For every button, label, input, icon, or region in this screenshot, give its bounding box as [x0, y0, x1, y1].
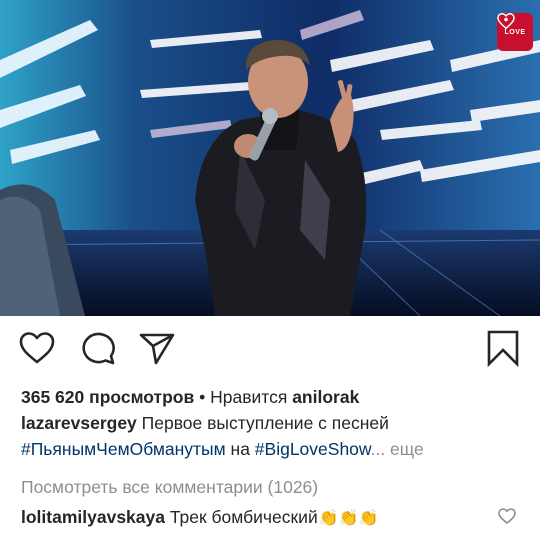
clapping-hands-emoji: 👏👏👏 — [318, 510, 379, 527]
view-count[interactable]: 365 620 просмотров — [21, 387, 194, 407]
comment-username[interactable]: lolitamilyavskaya — [21, 507, 165, 527]
caption-connector: на — [225, 439, 255, 459]
views-line: 365 620 просмотров • Нравится anilorak — [21, 386, 359, 408]
caption-ellipsis: ... — [370, 439, 386, 459]
paper-plane-icon — [139, 333, 175, 365]
stage-scene — [0, 0, 540, 316]
top-comment: lolitamilyavskaya Трек бомбический👏👏👏 — [21, 506, 379, 530]
small-heart-icon — [498, 508, 516, 524]
save-button[interactable] — [483, 328, 523, 368]
caption-more-link[interactable]: еще — [385, 439, 424, 459]
like-button[interactable] — [17, 328, 57, 368]
heart-outline-icon — [19, 332, 55, 364]
bookmark-icon — [487, 330, 519, 368]
caption-text: Первое выступление с песней — [136, 413, 389, 433]
caption-line-2: #ПьянымЧемОбманутым на #BigLoveShow... е… — [21, 438, 424, 460]
view-all-comments-link[interactable]: Посмотреть все комментарии (1026) — [21, 476, 318, 498]
radio-love-logo: LOVE — [497, 13, 533, 51]
love-logo-text: LOVE — [504, 29, 526, 36]
caption-line-1: lazarevsergey Первое выступление с песне… — [21, 412, 389, 434]
comment-text: Трек бомбический — [164, 507, 318, 527]
love-heart-icon — [497, 13, 515, 29]
caption-username[interactable]: lazarevsergey — [21, 413, 137, 433]
share-button[interactable] — [137, 328, 177, 368]
speech-bubble-icon — [82, 332, 115, 365]
post-action-bar — [0, 316, 540, 378]
comment-button[interactable] — [78, 328, 118, 368]
post-video[interactable]: LOVE — [0, 0, 540, 316]
hashtag-link[interactable]: #ПьянымЧемОбманутым — [21, 439, 226, 459]
liked-by-label: • Нравится — [194, 387, 293, 407]
comment-like-button[interactable] — [497, 506, 517, 526]
hashtag-link-2[interactable]: #BigLoveShow — [255, 439, 371, 459]
liked-by-username[interactable]: anilorak — [292, 387, 359, 407]
